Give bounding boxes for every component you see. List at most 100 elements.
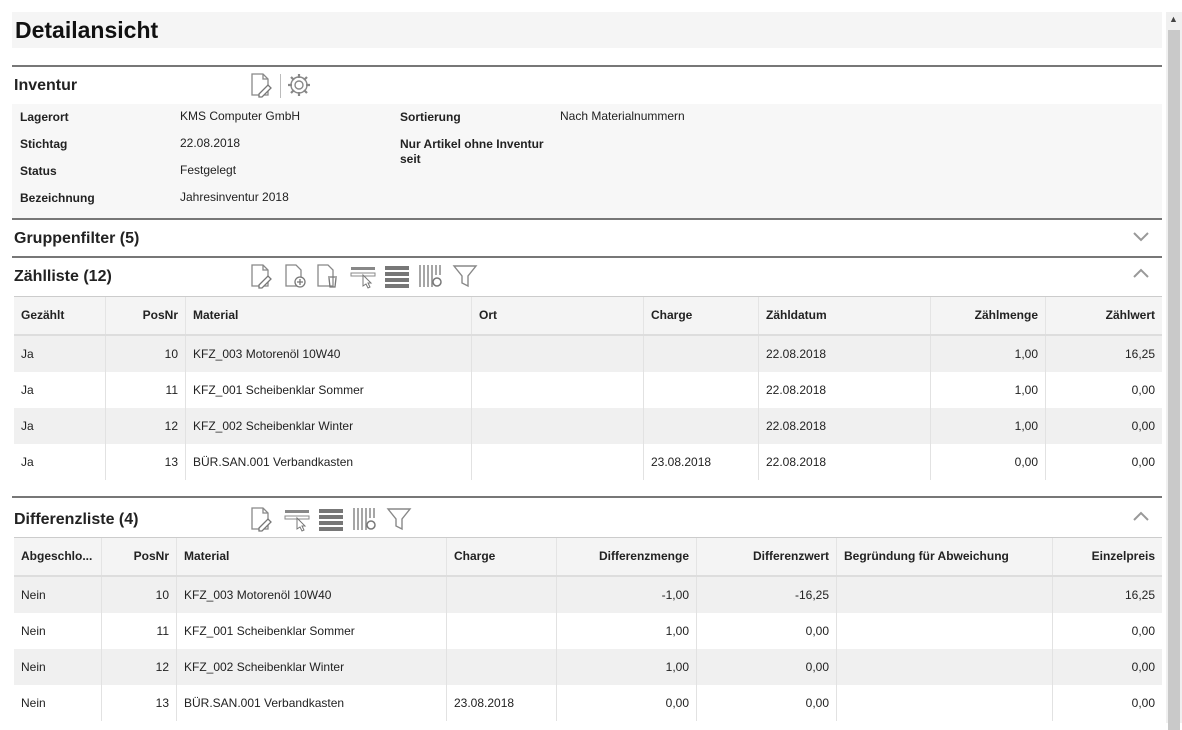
cell-zaehldatum: 22.08.2018 [759,408,931,444]
cell-differenzmenge: 1,00 [557,649,697,685]
cell-charge: 23.08.2018 [644,444,759,480]
cell-abgeschlossen: Nein [14,649,102,685]
table-row[interactable]: Nein 13 BÜR.SAN.001 Verbandkasten 23.08.… [14,685,1162,721]
delete-document-icon[interactable] [314,263,340,289]
cell-material: KFZ_001 Scheibenklar Sommer [177,613,447,649]
field-value-lagerort: KMS Computer GmbH [180,109,301,123]
col-differenzwert[interactable]: Differenzwert [697,538,837,575]
column-settings-icon[interactable] [418,263,444,289]
differenzliste-title: Differenzliste (4) [14,511,139,528]
cell-ort [472,444,644,480]
col-charge[interactable]: Charge [644,297,759,334]
cell-posnr: 10 [106,336,186,372]
col-differenzmenge[interactable]: Differenzmenge [557,538,697,575]
cell-gezaehlt: Ja [14,336,106,372]
field-label-bezeichnung: Bezeichnung [20,191,95,205]
inventur-details: Lagerort KMS Computer GmbH Stichtag 22.0… [12,104,1162,218]
cell-zaehldatum: 22.08.2018 [759,444,931,480]
table-row[interactable]: Ja 12 KFZ_002 Scheibenklar Winter 22.08.… [14,408,1162,444]
col-charge[interactable]: Charge [447,538,557,575]
gruppenfilter-section-header[interactable]: Gruppenfilter (5) [12,218,1162,257]
cell-charge [447,613,557,649]
cell-charge [447,649,557,685]
cell-zaehldatum: 22.08.2018 [759,372,931,408]
zaehlliste-section-header: Zählliste (12) [12,256,1162,296]
col-posnr[interactable]: PosNr [106,297,186,334]
scrollbar-thumb[interactable] [1168,30,1180,730]
table-row[interactable]: Ja 10 KFZ_003 Motorenöl 10W40 22.08.2018… [14,336,1162,372]
select-row-icon[interactable] [350,263,376,289]
col-zaehlmenge[interactable]: Zählmenge [931,297,1046,334]
field-value-bezeichnung: Jahresinventur 2018 [180,190,289,204]
table-row[interactable]: Ja 11 KFZ_001 Scheibenklar Sommer 22.08.… [14,372,1162,408]
cell-zaehlmenge: 1,00 [931,372,1046,408]
col-einzelpreis[interactable]: Einzelpreis [1053,538,1162,575]
edit-icon[interactable] [248,506,274,532]
cell-differenzmenge: -1,00 [557,577,697,613]
col-abgeschlossen[interactable]: Abgeschlo... [14,538,102,575]
cell-zaehlwert: 0,00 [1131,383,1155,397]
field-value-stichtag: 22.08.2018 [180,136,241,150]
col-ort[interactable]: Ort [472,297,644,334]
cell-differenzwert: -16,25 [697,577,837,613]
title-bar: Detailansicht [12,12,1162,48]
cell-material: KFZ_002 Scheibenklar Winter [186,408,472,444]
edit-icon[interactable] [248,263,274,289]
cell-zaehldatum: 22.08.2018 [759,336,931,372]
chevron-up-icon[interactable] [1132,510,1150,527]
field-label-nur-artikel: Nur Artikel ohne Inventur seit [400,137,544,166]
vertical-scrollbar[interactable]: ▲ [1166,12,1182,730]
differenzliste-table: Abgeschlo... PosNr Material Charge Diffe… [14,537,1162,721]
cell-differenzwert: 0,00 [697,649,837,685]
cell-begruendung [837,649,1053,685]
field-label-lagerort: Lagerort [20,110,69,124]
col-material[interactable]: Material [186,297,472,334]
cell-charge [644,372,759,408]
table-row[interactable]: Nein 12 KFZ_002 Scheibenklar Winter 1,00… [14,649,1162,685]
col-zaehldatum[interactable]: Zähldatum [759,297,931,334]
filter-icon[interactable] [452,263,478,289]
column-settings-icon[interactable] [352,506,378,532]
add-document-icon[interactable] [282,263,308,289]
table-row[interactable]: Ja 13 BÜR.SAN.001 Verbandkasten 23.08.20… [14,444,1162,480]
col-zaehlwert[interactable]: Zählwert [1046,297,1162,334]
table-header: Abgeschlo... PosNr Material Charge Diffe… [14,538,1162,577]
col-posnr[interactable]: PosNr [102,538,177,575]
cell-charge [447,577,557,613]
table-row[interactable]: Nein 11 KFZ_001 Scheibenklar Sommer 1,00… [14,613,1162,649]
col-gezaehlt[interactable]: Gezählt [14,297,106,334]
field-label-sortierung: Sortierung [400,110,461,124]
col-begruendung[interactable]: Begründung für Abweichung [837,538,1053,575]
field-value-status: Festgelegt [180,163,237,177]
cell-zaehlmenge: 1,00 [931,408,1046,444]
cell-differenzmenge: 0,00 [557,685,697,721]
chevron-up-icon[interactable] [1132,267,1150,284]
scroll-up-arrow-icon[interactable]: ▲ [1169,14,1178,24]
differenzliste-section-header: Differenzliste (4) [12,496,1162,536]
cell-zaehlmenge: 1,00 [931,336,1046,372]
cell-zaehlwert: 0,00 [1131,455,1155,469]
select-row-icon[interactable] [284,506,310,532]
filter-icon[interactable] [386,506,412,532]
zaehlliste-table: Gezählt PosNr Material Ort Charge Zählda… [14,296,1162,480]
rows-icon[interactable] [384,263,410,289]
chevron-down-icon[interactable] [1132,229,1150,246]
table-header: Gezählt PosNr Material Ort Charge Zählda… [14,297,1162,336]
col-material[interactable]: Material [177,538,447,575]
edit-icon[interactable] [248,72,274,98]
cell-differenzwert: 0,00 [697,685,837,721]
cell-posnr: 13 [106,444,186,480]
cell-charge [644,336,759,372]
field-label-status: Status [20,164,57,178]
cell-material: KFZ_003 Motorenöl 10W40 [186,336,472,372]
rows-icon[interactable] [318,506,344,532]
gear-icon[interactable] [286,72,312,98]
cell-differenzwert: 0,00 [697,613,837,649]
cell-abgeschlossen: Nein [14,613,102,649]
cell-zaehlwert: 16,25 [1124,347,1155,361]
cell-charge: 23.08.2018 [447,685,557,721]
cell-einzelpreis: 0,00 [1131,696,1155,710]
table-row[interactable]: Nein 10 KFZ_003 Motorenöl 10W40 -1,00 -1… [14,577,1162,613]
cell-differenzmenge: 1,00 [557,613,697,649]
cell-einzelpreis: 0,00 [1131,624,1155,638]
